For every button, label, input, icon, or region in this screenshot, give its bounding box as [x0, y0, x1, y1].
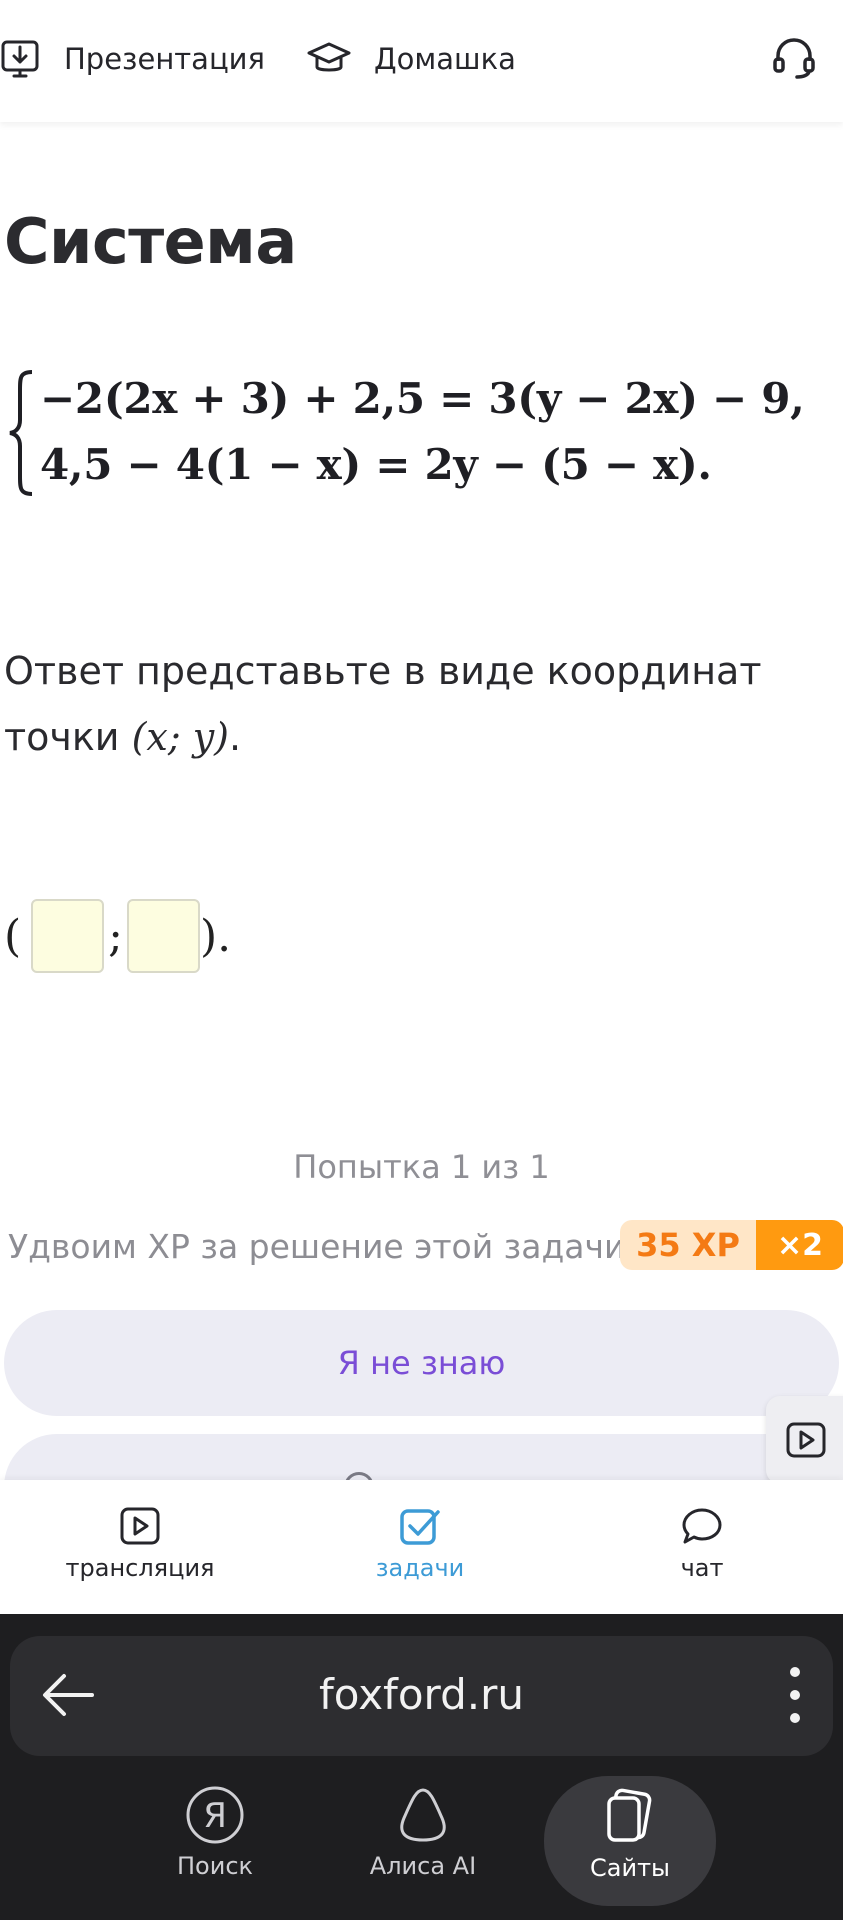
alice-icon: [400, 1788, 446, 1842]
question-coordinates: (x; y): [131, 715, 230, 759]
xp-bonus-row: Удвоим XP за решение этой задачи 35 XP ×…: [8, 1220, 843, 1272]
answer-y-input[interactable]: [127, 899, 200, 973]
address-bar[interactable]: foxford.ru: [10, 1636, 833, 1756]
tab-stream[interactable]: трансляция: [40, 1506, 240, 1582]
attempt-counter: Попытка 1 из 1: [293, 1148, 550, 1186]
graduation-cap-icon: [307, 42, 351, 72]
bottom-tab-bar: трансляция задачи чат: [0, 1480, 843, 1614]
url-text[interactable]: foxford.ru: [10, 1670, 833, 1719]
presentation-label: Презентация: [64, 42, 265, 76]
equation-2: 4,5 − 4(1 − x) = 2y − (5 − x).: [40, 440, 712, 489]
browser-nav-search-label: Поиск: [176, 1852, 254, 1880]
curly-brace: [9, 370, 33, 496]
browser-nav-alice-label: Алиса AI: [369, 1852, 477, 1880]
tab-tasks-label: задачи: [375, 1554, 465, 1582]
chat-bubble-icon: [682, 1508, 722, 1544]
browser-chrome: foxford.ru Я Поиск Алиса AI Сайты: [0, 1614, 843, 1920]
play-icon: [120, 1507, 160, 1545]
equation-1: −2(2x + 3) + 2,5 = 3(y − 2x) − 9,: [40, 374, 805, 423]
dont-know-button[interactable]: Я не знаю: [4, 1310, 839, 1416]
download-presentation-icon: [1, 40, 39, 78]
homework-label: Домашка: [374, 42, 516, 76]
xp-amount: 35 XP: [620, 1220, 756, 1270]
yandex-search-icon: Я: [186, 1786, 244, 1844]
more-menu-icon[interactable]: [785, 1662, 805, 1728]
homework-tab[interactable]: Домашка: [306, 34, 516, 84]
xp-multiplier: ×2: [756, 1220, 843, 1270]
browser-nav-sites-label: Сайты: [590, 1854, 670, 1882]
top-bar: Презентация Домашка: [0, 0, 843, 122]
browser-nav-alice[interactable]: Алиса AI: [338, 1784, 508, 1880]
question-prompt: Ответ представьте в виде координат точки: [4, 649, 762, 759]
tab-chat-label: чат: [680, 1554, 724, 1582]
answer-x-input[interactable]: [31, 899, 105, 973]
task-title: Система: [4, 205, 297, 278]
answer-row: ( ; ).: [4, 898, 231, 974]
answer-close-paren: ).: [200, 910, 232, 962]
question-text: Ответ представьте в виде координат точки…: [4, 638, 824, 770]
presentation-tab[interactable]: Презентация: [0, 34, 265, 84]
task-check-icon: [400, 1509, 440, 1545]
sites-cards-icon: [607, 1788, 652, 1842]
headset-support-icon[interactable]: [771, 35, 817, 81]
xp-badge: 35 XP ×2: [620, 1220, 843, 1270]
svg-text:Я: Я: [203, 1796, 227, 1836]
browser-nav-search[interactable]: Я Поиск: [130, 1784, 300, 1880]
xp-bonus-text: Удвоим XP за решение этой задачи: [8, 1226, 626, 1266]
tab-tasks[interactable]: задачи: [320, 1506, 520, 1582]
tab-chat[interactable]: чат: [602, 1506, 802, 1582]
tab-stream-label: трансляция: [65, 1554, 215, 1582]
question-period: .: [229, 715, 242, 759]
browser-nav-sites[interactable]: Сайты: [544, 1776, 716, 1906]
floating-video-button[interactable]: [766, 1396, 843, 1484]
answer-open-paren: (: [4, 910, 22, 962]
answer-separator: ;: [108, 910, 123, 962]
play-icon: [786, 1422, 826, 1458]
